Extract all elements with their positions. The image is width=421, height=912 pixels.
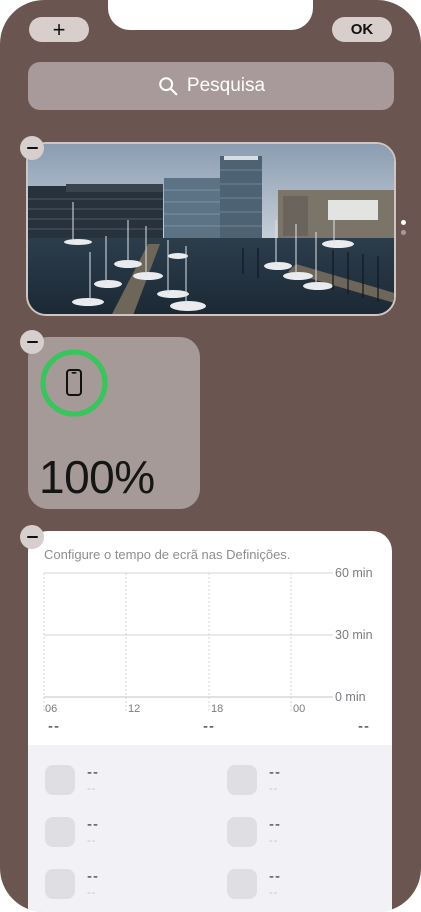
battery-ring (40, 349, 108, 417)
app-usage-item[interactable]: -- -- (227, 765, 281, 795)
x-tick-00: 00 (293, 703, 305, 715)
app-time: -- (87, 887, 97, 899)
remove-photo-widget-button[interactable] (20, 136, 44, 160)
app-usage-item[interactable]: -- -- (45, 817, 99, 847)
screen-time-chart: 60 min 30 min 0 min 06 12 18 00 (43, 566, 373, 715)
battery-widget[interactable]: 100% (28, 337, 200, 509)
app-placeholder-icon (227, 869, 257, 899)
summary-value-1: -- (48, 718, 60, 735)
home-screen-edit: + OK Pesquisa 100% Configure o tempo de … (0, 0, 421, 912)
app-time: -- (87, 835, 97, 847)
iphone-icon (66, 369, 82, 396)
widget-page-indicator[interactable] (401, 220, 406, 240)
widget-search-field[interactable]: Pesquisa (28, 62, 394, 110)
app-usage-item[interactable]: -- -- (45, 765, 99, 795)
app-time: -- (269, 835, 279, 847)
app-name: -- (87, 816, 99, 833)
app-placeholder-icon (227, 765, 257, 795)
screen-time-widget[interactable]: Configure o tempo de ecrã nas Definições… (28, 531, 392, 912)
app-time: -- (269, 887, 279, 899)
y-tick-30: 30 min (335, 628, 373, 642)
app-time: -- (87, 783, 97, 795)
app-placeholder-icon (45, 765, 75, 795)
app-name: -- (87, 764, 99, 781)
app-placeholder-icon (45, 817, 75, 847)
app-placeholder-icon (45, 869, 75, 899)
harbor-photo (28, 144, 394, 314)
x-tick-06: 06 (45, 703, 57, 715)
y-tick-60: 60 min (335, 566, 373, 580)
battery-percentage: 100% (39, 451, 155, 503)
x-tick-18: 18 (211, 703, 223, 715)
app-name: -- (87, 868, 99, 885)
page-dot-active (401, 220, 406, 225)
app-time: -- (269, 783, 279, 795)
photo-widget[interactable] (26, 142, 396, 316)
app-name: -- (269, 816, 281, 833)
remove-battery-widget-button[interactable] (20, 330, 44, 354)
app-usage-item[interactable]: -- -- (45, 869, 99, 899)
done-button[interactable]: OK (332, 17, 392, 42)
summary-value-2: -- (203, 718, 215, 735)
search-icon (159, 77, 178, 96)
summary-value-3: -- (358, 718, 370, 735)
app-usage-list: -- -- -- -- -- -- -- -- -- -- -- -- (28, 745, 392, 912)
search-placeholder: Pesquisa (186, 75, 266, 96)
app-name: -- (269, 868, 281, 885)
x-tick-12: 12 (128, 703, 140, 715)
device-notch (108, 0, 313, 30)
remove-screen-time-widget-button[interactable] (20, 525, 44, 549)
y-tick-0: 0 min (335, 690, 366, 704)
app-usage-item[interactable]: -- -- (227, 869, 281, 899)
add-widget-button[interactable]: + (29, 17, 89, 42)
app-usage-item[interactable]: -- -- (227, 817, 281, 847)
app-placeholder-icon (227, 817, 257, 847)
app-name: -- (269, 764, 281, 781)
page-dot (401, 230, 406, 235)
